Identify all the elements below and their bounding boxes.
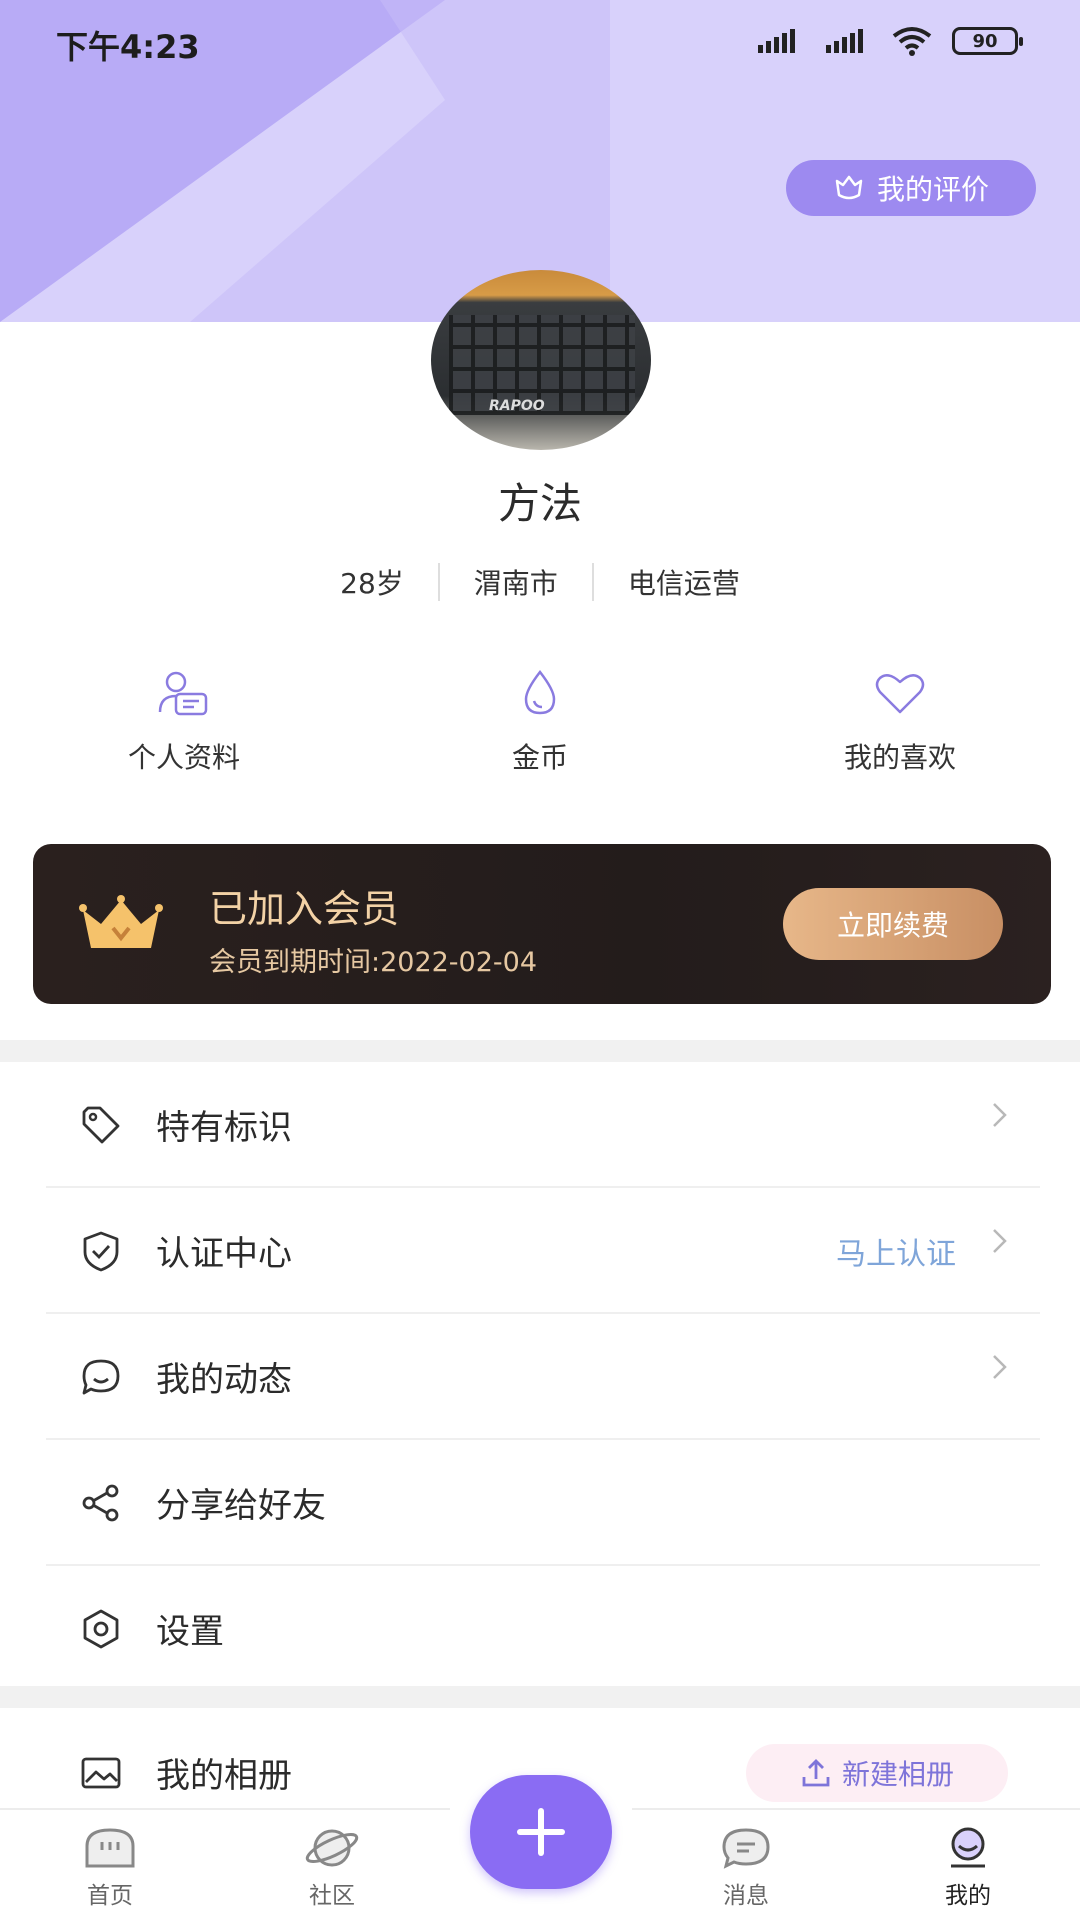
vip-membership-card[interactable]: 已加入会员 会员到期时间:2022-02-04 立即续费 [33, 844, 1051, 1004]
profile-occupation: 电信运营 [627, 567, 740, 600]
section-divider [0, 1686, 1080, 1708]
quick-action-profile[interactable]: 个人资料 [64, 668, 304, 776]
vip-expire-date: 会员到期时间:2022-02-04 [209, 947, 538, 978]
heart-icon [875, 674, 925, 714]
section-divider [0, 1040, 1080, 1062]
cellular-signal-icon [758, 29, 795, 53]
tag-icon [82, 1106, 120, 1144]
status-time: 下午4:23 [56, 28, 200, 66]
shield-check-icon [83, 1231, 119, 1272]
chevron-right-icon [993, 1355, 1007, 1379]
avatar-photo-brand: RAPOO [489, 398, 545, 414]
profile-name: 方法 [497, 479, 582, 528]
wifi-icon [892, 27, 932, 56]
cellular-signal-2-icon [826, 29, 863, 53]
crown-icon [79, 895, 163, 948]
profile-card-icon [158, 671, 208, 716]
menu-item-label: 我的动态 [156, 1360, 292, 1400]
profile-city: 渭南市 [473, 567, 558, 600]
message-icon [722, 1828, 770, 1869]
home-icon [85, 1828, 135, 1868]
drop-icon [524, 669, 556, 715]
share-icon [82, 1484, 119, 1522]
menu-item-label: 认证中心 [156, 1234, 292, 1274]
profile-tags: 28岁 渭南市 电信运营 [0, 562, 1080, 602]
chat-bubble-icon [82, 1359, 120, 1395]
avatar[interactable]: RAPOO [431, 270, 651, 450]
tab-me-label: 我的 [945, 1883, 991, 1909]
settings-icon [83, 1609, 119, 1649]
quick-action-likes-label: 我的喜欢 [843, 741, 956, 774]
quick-action-profile-label: 个人资料 [127, 741, 240, 774]
menu-item-moments[interactable]: 我的动态 [0, 1314, 1080, 1439]
image-icon [81, 1757, 121, 1789]
battery-indicator: 90 [952, 27, 1023, 55]
profile-icon [951, 1827, 985, 1868]
tab-me[interactable]: 我的 [898, 1826, 1038, 1910]
menu-item-settings[interactable]: 设置 [0, 1566, 1080, 1691]
tag-divider [591, 563, 594, 601]
planet-icon [305, 1829, 359, 1867]
new-album-label: 新建相册 [841, 1758, 954, 1791]
vip-title: 已加入会员 [209, 887, 400, 931]
profile-age: 28岁 [340, 567, 404, 600]
tab-home-label: 首页 [87, 1883, 133, 1909]
quick-action-likes[interactable]: 我的喜欢 [780, 668, 1020, 776]
status-icons: 90 [754, 26, 1023, 56]
menu-item-verification[interactable]: 认证中心 马上认证 [0, 1188, 1080, 1313]
tab-home[interactable]: 首页 [40, 1826, 180, 1910]
tab-messages-label: 消息 [723, 1883, 769, 1909]
menu-item-label: 特有标识 [156, 1108, 292, 1148]
create-post-button[interactable] [470, 1775, 612, 1889]
tag-divider [437, 563, 440, 601]
plus-icon [517, 1808, 565, 1856]
menu-item-label: 分享给好友 [156, 1486, 326, 1526]
verify-now-link[interactable]: 马上认证 [836, 1229, 956, 1273]
quick-action-coins-label: 金币 [511, 741, 568, 774]
upload-icon [802, 1759, 830, 1787]
chevron-right-icon [993, 1103, 1007, 1127]
flower-icon [835, 175, 863, 200]
my-rating-button[interactable]: 我的评价 [786, 160, 1036, 216]
menu-item-label: 设置 [156, 1612, 224, 1652]
menu-item-badges[interactable]: 特有标识 [0, 1062, 1080, 1187]
menu-item-share[interactable]: 分享给好友 [0, 1440, 1080, 1565]
tab-messages[interactable]: 消息 [676, 1826, 816, 1910]
tab-community[interactable]: 社区 [262, 1826, 402, 1910]
menu-item-label: 我的相册 [156, 1756, 292, 1796]
my-rating-label: 我的评价 [876, 173, 989, 206]
renew-button[interactable]: 立即续费 [783, 888, 1003, 960]
quick-action-coins[interactable]: 金币 [420, 668, 660, 776]
chevron-right-icon [993, 1229, 1007, 1253]
tab-community-label: 社区 [309, 1883, 355, 1909]
new-album-button[interactable]: 新建相册 [746, 1744, 1008, 1802]
